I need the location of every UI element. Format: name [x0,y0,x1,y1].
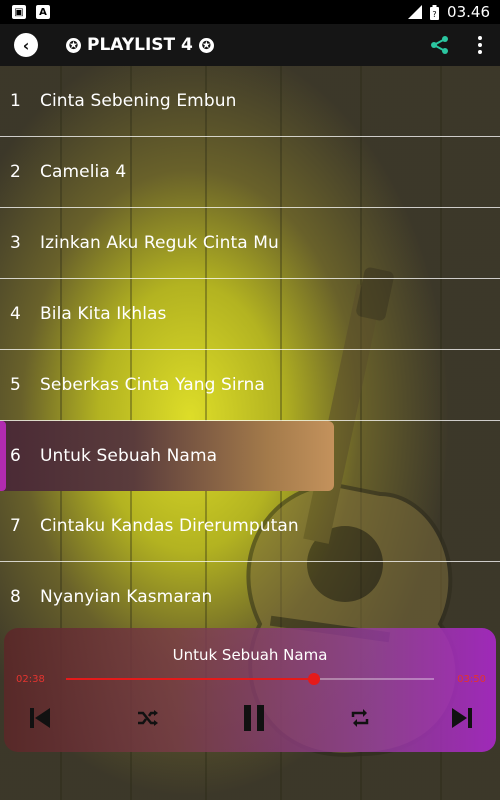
back-button[interactable]: ‹ [14,33,38,57]
track-number: 6 [10,446,21,466]
duration: 03:50 [457,674,486,685]
dot-icon [478,43,482,47]
track-title: Izinkan Aku Reguk Cinta Mu [40,233,279,253]
track-item[interactable]: 3 Izinkan Aku Reguk Cinta Mu [0,208,500,279]
track-item[interactable]: 1 Cinta Sebening Embun [0,66,500,137]
toolbar: ‹ ✪ PLAYLIST 4 ✪ [0,24,500,66]
page-title: ✪ PLAYLIST 4 ✪ [66,35,214,55]
track-number: 5 [10,375,21,395]
shuffle-icon [138,710,158,726]
track-title: Camelia 4 [40,162,127,182]
repeat-icon [351,709,369,727]
share-button[interactable] [426,31,454,59]
a-icon: A [36,5,50,19]
share-icon [431,36,448,54]
track-item[interactable]: 4 Bila Kita Ikhlas [0,279,500,350]
track-title: Bila Kita Ikhlas [40,304,167,324]
pause-icon [244,705,264,731]
track-title: Untuk Sebuah Nama [40,446,218,466]
svg-text:?: ? [432,10,436,19]
track-number: 4 [10,304,21,324]
track-item[interactable]: 5 Seberkas Cinta Yang Sirna [0,350,500,421]
status-bar: ▣ A ? 03.46 [0,0,500,24]
pause-button[interactable] [234,700,274,736]
track-list: 1 Cinta Sebening Embun 2 Camelia 4 3 Izinka… [0,66,500,632]
next-button[interactable] [444,700,480,736]
track-item[interactable]: 8 Nyanyian Kasmaran [0,562,500,632]
dot-icon [478,36,482,40]
track-item[interactable]: 2 Camelia 4 [0,137,500,208]
track-title: Seberkas Cinta Yang Sirna [40,375,265,395]
playlist-title: PLAYLIST 4 [87,35,193,55]
seek-progress [66,678,315,680]
next-icon [452,708,472,728]
star-icon: ✪ [66,37,81,53]
track-number: 7 [10,516,21,536]
track-number: 3 [10,233,21,253]
track-title: Cinta Sebening Embun [40,91,237,111]
shuffle-button[interactable] [130,700,166,736]
chevron-left-icon: ‹ [22,35,30,55]
dot-icon [478,50,482,54]
overflow-menu-button[interactable] [470,31,490,59]
track-title: Nyanyian Kasmaran [40,587,213,607]
star-icon: ✪ [198,37,214,53]
seek-bar[interactable] [66,673,434,685]
seek-thumb[interactable] [308,673,321,685]
track-number: 2 [10,162,21,182]
image-icon: ▣ [12,5,26,19]
playback-controls [4,700,496,736]
now-playing-title: Untuk Sebuah Nama [172,646,328,664]
track-item[interactable]: 7 Cintaku Kandas Direrumputan [0,491,500,562]
signal-icon [408,5,423,19]
track-item-active[interactable]: 6 Untuk Sebuah Nama [0,421,500,491]
media-player: Untuk Sebuah Nama 02:38 03:50 [4,628,496,752]
track-title: Cintaku Kandas Direrumputan [40,516,299,536]
track-number: 1 [10,91,21,111]
battery-icon: ? [430,4,440,20]
track-number: 8 [10,587,21,607]
repeat-button[interactable] [342,700,378,736]
clock: 03.46 [447,3,490,21]
previous-icon [30,708,50,728]
previous-button[interactable] [22,700,58,736]
current-time: 02:38 [16,674,45,685]
